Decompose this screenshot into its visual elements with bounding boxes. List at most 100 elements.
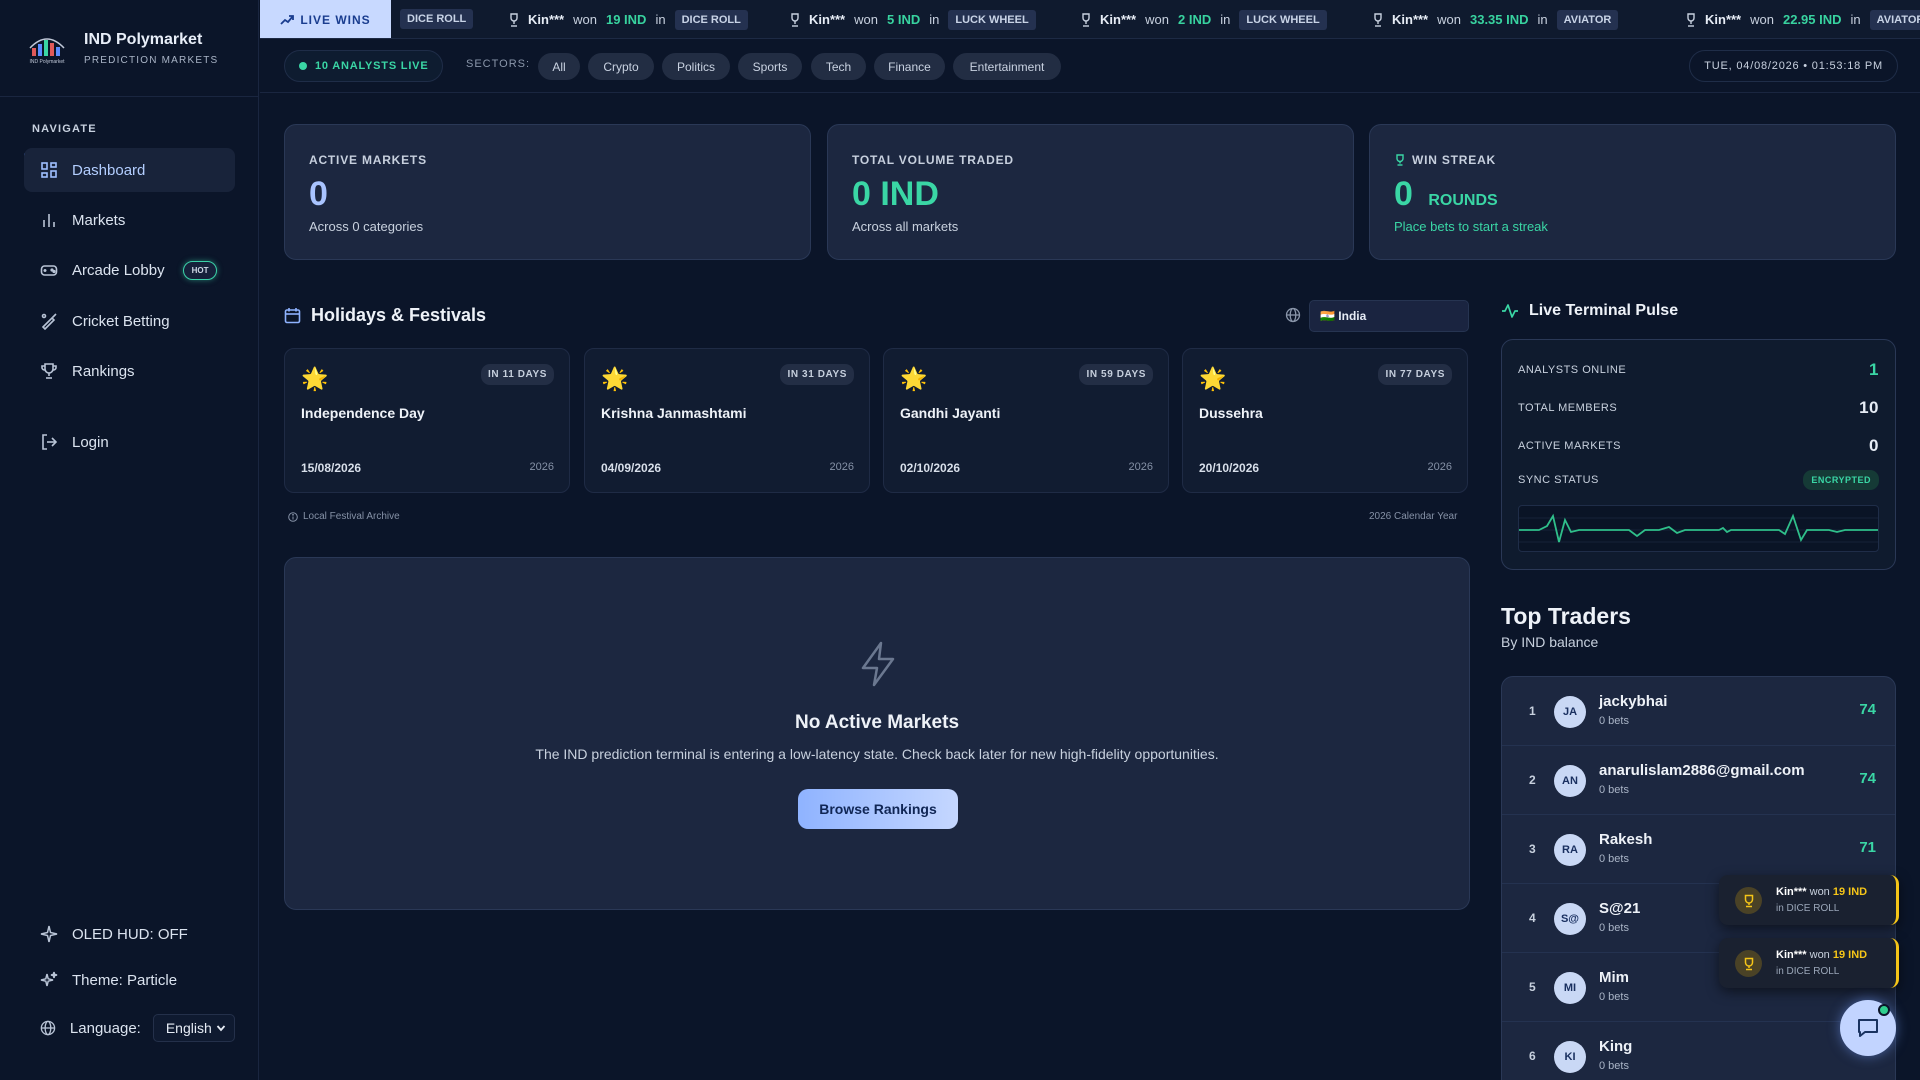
empty-title: No Active Markets (794, 712, 960, 733)
avatar: RA (1554, 834, 1586, 866)
brand-subtitle: PREDICTION MARKETS (84, 55, 219, 66)
brand-name: IND Polymarket (84, 31, 203, 48)
trader-score: 74 (1859, 701, 1876, 718)
bar-chart-icon (43, 214, 55, 227)
holiday-name: Gandhi Jayanti (900, 405, 1001, 421)
stat-value: 0 (309, 175, 328, 213)
pulse-title-text: Live Terminal Pulse (1529, 302, 1679, 319)
holidays-title-text: Holidays & Festivals (311, 305, 487, 325)
sidebar-item-login[interactable]: Login (24, 420, 235, 464)
trending-up-icon (280, 14, 295, 25)
days-badge: IN 31 DAYS (780, 364, 854, 385)
language-row: Language: English (24, 1006, 235, 1050)
oled-hud-toggle[interactable]: OLED HUD: OFF (24, 912, 235, 956)
cricket-bat-icon (41, 313, 57, 330)
holiday-year: 2026 (529, 461, 554, 473)
sync-status-badge: ENCRYPTED (1803, 470, 1879, 490)
trader-bets: 0 bets (1599, 715, 1629, 727)
sidebar-item-label: Markets (72, 211, 126, 229)
country-select[interactable]: 🇮🇳 India (1309, 300, 1469, 332)
stat-value: 0 IND (852, 175, 939, 213)
holiday-name: Independence Day (301, 405, 425, 421)
stat-label: TOTAL VOLUME TRADED (852, 153, 1014, 167)
trader-name: S@21 (1599, 900, 1641, 917)
trophy-icon (791, 12, 799, 27)
star-icon: 🌟 (301, 366, 329, 391)
sidebar-item-rankings[interactable]: Rankings (24, 349, 235, 393)
pulse-row: ANALYSTS ONLINE 1 (1518, 360, 1879, 380)
pulse-label: ACTIVE MARKETS (1518, 440, 1621, 452)
sector-pill-tech[interactable]: Tech (811, 53, 866, 80)
heartbeat-line (1519, 513, 1878, 543)
avatar: MI (1554, 972, 1586, 1004)
trader-name: anarulislam2886@gmail.com (1599, 762, 1805, 779)
sector-pill-sports[interactable]: Sports (738, 53, 802, 80)
star-icon: 🌟 (900, 366, 928, 391)
sidebar-item-cricket[interactable]: Cricket Betting (24, 299, 235, 343)
login-icon (42, 434, 58, 450)
sidebar-item-markets[interactable]: Markets (24, 198, 235, 242)
theme-label: Theme: Particle (72, 971, 178, 989)
holiday-date: 02/10/2026 (900, 461, 961, 475)
live-wins-ticker: LIVE WINS DICE ROLL Kin*** won 19 IND in DIC… (260, 0, 1920, 39)
sector-pill-all[interactable]: All (538, 53, 580, 80)
oled-hud-label: OLED HUD: OFF (72, 925, 188, 943)
trader-bets: 0 bets (1599, 1060, 1629, 1072)
toast-message: Kin*** won 19 IND (1776, 886, 1868, 898)
sector-pill-finance[interactable]: Finance (874, 53, 945, 80)
top-traders-subtitle: By IND balance (1501, 634, 1599, 650)
avatar: KI (1554, 1041, 1586, 1073)
sector-pill-entertainment[interactable]: Entertainment (953, 53, 1061, 80)
live-dot-icon (299, 62, 307, 70)
pulse-value: 0 (1869, 436, 1879, 455)
top-traders-title: Top Traders (1501, 603, 1631, 629)
avatar: S@ (1554, 903, 1586, 935)
trophy-icon (41, 363, 57, 379)
trophy-icon (1396, 154, 1404, 166)
trader-score: 74 (1859, 770, 1876, 787)
trader-rank: 5 (1529, 980, 1536, 994)
trader-bets: 0 bets (1599, 853, 1629, 865)
sidebar-item-label: Login (72, 433, 109, 451)
sidebar: IND Polymarket IND Polymarket PREDICTION… (0, 0, 259, 1080)
win-toast[interactable]: Kin*** won 19 IND in DICE ROLL (1719, 938, 1899, 988)
days-badge: IN 11 DAYS (481, 364, 554, 385)
trader-row[interactable]: 3 RA Rakesh 0 bets 71 (1502, 815, 1895, 884)
win-toast[interactable]: Kin*** won 19 IND in DICE ROLL (1719, 875, 1899, 925)
pulse-value: 1 (1869, 360, 1879, 379)
chat-icon (1858, 1019, 1878, 1037)
trader-row[interactable]: 1 JA jackybhai 0 bets 74 (1502, 677, 1895, 746)
sidebar-item-label: Rankings (72, 362, 135, 380)
holiday-date: 04/09/2026 (601, 461, 662, 475)
trader-name: King (1599, 1038, 1633, 1055)
sector-pill-crypto[interactable]: Crypto (588, 53, 654, 80)
ticker-item: Kin*** won 19 IND in DICE ROLL (508, 0, 748, 38)
toast-game: in DICE ROLL (1776, 966, 1840, 977)
globe-icon (1285, 307, 1301, 323)
trader-name: jackybhai (1599, 693, 1668, 710)
sector-pill-politics[interactable]: Politics (662, 53, 730, 80)
pulse-row: SYNC STATUS ENCRYPTED (1518, 470, 1879, 490)
brand[interactable]: IND Polymarket IND Polymarket PREDICTION… (0, 0, 259, 97)
language-select[interactable]: English (152, 1014, 235, 1042)
globe-icon (40, 1020, 56, 1036)
pulse-label: ANALYSTS ONLINE (1518, 364, 1627, 376)
gamepad-icon (40, 265, 58, 276)
archive-text: Local Festival Archive (303, 511, 400, 522)
stat-sub: Across all markets (852, 219, 959, 234)
sidebar-item-dashboard[interactable]: Dashboard (24, 148, 235, 192)
nav-heading: NAVIGATE (32, 123, 97, 135)
online-indicator (1878, 1004, 1890, 1016)
browse-rankings-button[interactable]: Browse Rankings (798, 789, 958, 829)
trader-name: Rakesh (1599, 831, 1653, 848)
trader-row[interactable]: 2 AN anarulislam2886@gmail.com 0 bets 74 (1502, 746, 1895, 815)
theme-toggle[interactable]: Theme: Particle (24, 958, 235, 1002)
sidebar-item-arcade[interactable]: Arcade Lobby HOT (24, 248, 235, 292)
info-icon (288, 511, 298, 522)
trader-row[interactable]: 6 KI King 0 bets (1502, 1022, 1895, 1080)
analysts-live-badge: 10 ANALYSTS LIVE (284, 50, 444, 82)
trader-bets: 0 bets (1599, 991, 1629, 1003)
avatar: JA (1554, 696, 1586, 728)
holiday-year: 2026 (829, 461, 854, 473)
pulse-row: ACTIVE MARKETS 0 (1518, 436, 1879, 456)
